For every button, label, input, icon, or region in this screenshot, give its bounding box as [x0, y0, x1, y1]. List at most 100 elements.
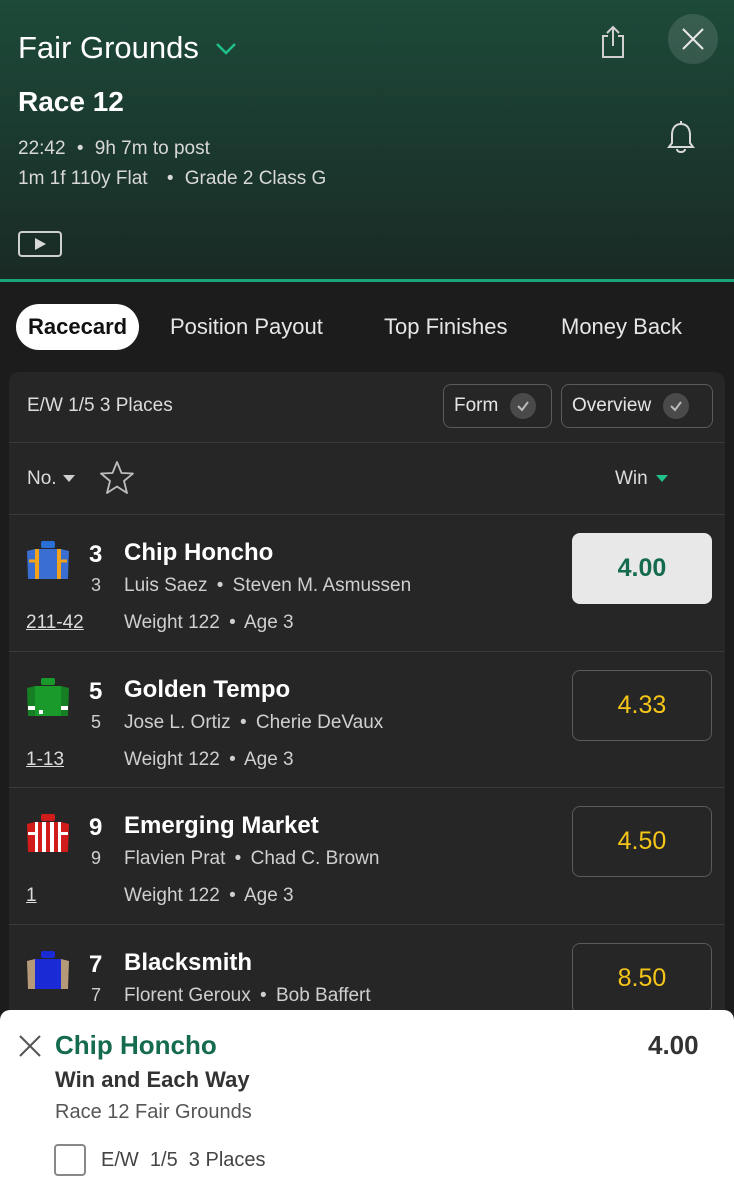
jockey-name: Luis Saez [124, 575, 208, 596]
close-icon [682, 28, 704, 50]
slip-event: Race 12 Fair Grounds [55, 1101, 252, 1123]
sort-by-number[interactable]: No. [27, 468, 75, 490]
race-time: 22:42 [18, 138, 66, 159]
check-icon [663, 393, 690, 419]
race-grade: Grade 2 Class G [184, 168, 327, 189]
runner-draw: 5 [91, 712, 102, 732]
tab-top-finishes[interactable]: Top Finishes [384, 304, 508, 350]
header-accent-line [0, 279, 734, 282]
video-button[interactable] [18, 231, 62, 257]
slip-odds: 4.00 [648, 1030, 699, 1060]
venue-selector[interactable]: Fair Grounds [18, 30, 239, 66]
runner-draw: 3 [91, 575, 102, 595]
time-to-post: 9h 7m to post [94, 138, 210, 159]
caret-down-icon [62, 475, 75, 482]
tab-money-back[interactable]: Money Back [561, 304, 682, 350]
check-icon [510, 393, 537, 419]
runner-number: 9 [89, 814, 103, 841]
form-toggle-label: Form [454, 395, 499, 416]
trainer-name: Bob Baffert [275, 985, 371, 1006]
runner-weight: Weight 122 [124, 749, 220, 770]
jockey-silk-icon [27, 541, 69, 579]
jockey-silk-icon [27, 951, 69, 989]
runner-details: Weight 122 • Age 3 [124, 749, 294, 771]
each-way-row: E/W 1/5 3 Places Form Overview [9, 372, 725, 442]
separator-dot: • [234, 848, 242, 869]
win-odds-button[interactable]: 4.33 [572, 670, 712, 741]
share-icon[interactable] [596, 24, 630, 60]
runner-draw: 7 [91, 985, 102, 1005]
runner-draw: 9 [91, 848, 102, 868]
column-win-label: Win [615, 468, 648, 489]
runner-age: Age 3 [243, 749, 294, 770]
separator-dot: • [239, 712, 247, 733]
separator-dot: • [229, 885, 236, 906]
jockey-trainer: Flavien Prat • Chad C. Brown [124, 848, 379, 870]
sort-by-win[interactable]: Win [615, 468, 668, 490]
jockey-name: Jose L. Ortiz [124, 712, 231, 733]
racecard-panel: E/W 1/5 3 Places Form Overview No. Win 3… [9, 372, 725, 1032]
bell-icon[interactable] [664, 120, 698, 156]
each-way-terms: E/W 1/5 3 Places [27, 395, 173, 416]
form-toggle[interactable]: Form [443, 384, 552, 428]
jockey-trainer: Luis Saez • Steven M. Asmussen [124, 575, 411, 597]
runner-number: 5 [89, 678, 103, 705]
separator-dot: • [216, 575, 224, 596]
close-button[interactable] [668, 14, 718, 64]
runner-form-link[interactable]: 211-42 [26, 612, 84, 634]
runner-details: Weight 122 • Age 3 [124, 885, 294, 907]
runner-age: Age 3 [243, 612, 294, 633]
runner-weight: Weight 122 [124, 885, 220, 906]
trainer-name: Chad C. Brown [250, 848, 380, 869]
runner-number: 3 [89, 541, 103, 568]
win-odds-button[interactable]: 4.50 [572, 806, 712, 877]
separator-dot: • [229, 612, 236, 633]
win-odds-button[interactable]: 4.00 [572, 533, 712, 604]
win-odds-button[interactable]: 8.50 [572, 943, 712, 1014]
separator-dot: • [76, 138, 84, 159]
runner-form-link[interactable]: 1 [26, 885, 37, 907]
trainer-name: Cherie DeVaux [255, 712, 384, 733]
runner-form-link[interactable]: 1-13 [26, 749, 64, 771]
runner-number: 7 [89, 951, 103, 978]
column-number-label: No. [27, 468, 57, 489]
tab-racecard[interactable]: Racecard [16, 304, 140, 350]
each-way-label: E/W 1/5 3 Places [101, 1149, 266, 1171]
tab-position-payout[interactable]: Position Payout [170, 304, 323, 350]
column-header-row: No. Win [9, 442, 725, 514]
race-conditions: 1m 1f 110y Flat • Grade 2 Class G [18, 168, 326, 190]
jockey-name: Flavien Prat [124, 848, 226, 869]
jockey-silk-icon [27, 814, 69, 852]
slip-selection-name: Chip Honcho [55, 1030, 217, 1060]
jockey-name: Florent Geroux [124, 985, 251, 1006]
race-time-info: 22:42 • 9h 7m to post [18, 138, 210, 160]
runner-name[interactable]: Golden Tempo [124, 676, 290, 704]
remove-selection-icon[interactable] [18, 1034, 42, 1058]
runner-row: 9 Emerging Market 9 Flavien Prat • Chad … [9, 788, 725, 924]
play-icon [35, 238, 46, 250]
jockey-trainer: Jose L. Ortiz • Cherie DeVaux [124, 712, 383, 734]
chevron-down-icon [216, 43, 236, 55]
separator-dot: • [260, 985, 267, 1006]
runner-name[interactable]: Emerging Market [124, 812, 319, 840]
bet-slip: Chip Honcho 4.00 Win and Each Way Race 1… [0, 1010, 734, 1200]
runner-weight: Weight 122 [124, 612, 220, 633]
overview-toggle-label: Overview [572, 395, 652, 416]
overview-toggle[interactable]: Overview [561, 384, 713, 428]
market-tabs: Racecard Position Payout Top Finishes Mo… [0, 304, 734, 350]
venue-name: Fair Grounds [18, 30, 199, 65]
jockey-silk-icon [27, 678, 69, 716]
separator-dot: • [166, 168, 174, 189]
race-header: Fair Grounds Race 12 22:42 • 9h 7m to po… [0, 0, 734, 280]
jockey-trainer: Florent Geroux • Bob Baffert [124, 985, 371, 1007]
trainer-name: Steven M. Asmussen [232, 575, 412, 596]
runner-row: 5 Golden Tempo 5 Jose L. Ortiz • Cherie … [9, 652, 725, 788]
slip-market: Win and Each Way [55, 1067, 250, 1092]
runner-row: 3 Chip Honcho 3 Luis Saez • Steven M. As… [9, 515, 725, 651]
race-title: Race 12 [18, 86, 124, 117]
runner-age: Age 3 [243, 885, 294, 906]
runner-name[interactable]: Blacksmith [124, 949, 252, 977]
each-way-checkbox[interactable] [54, 1144, 86, 1176]
runner-name[interactable]: Chip Honcho [124, 539, 273, 567]
star-icon[interactable] [99, 460, 135, 496]
